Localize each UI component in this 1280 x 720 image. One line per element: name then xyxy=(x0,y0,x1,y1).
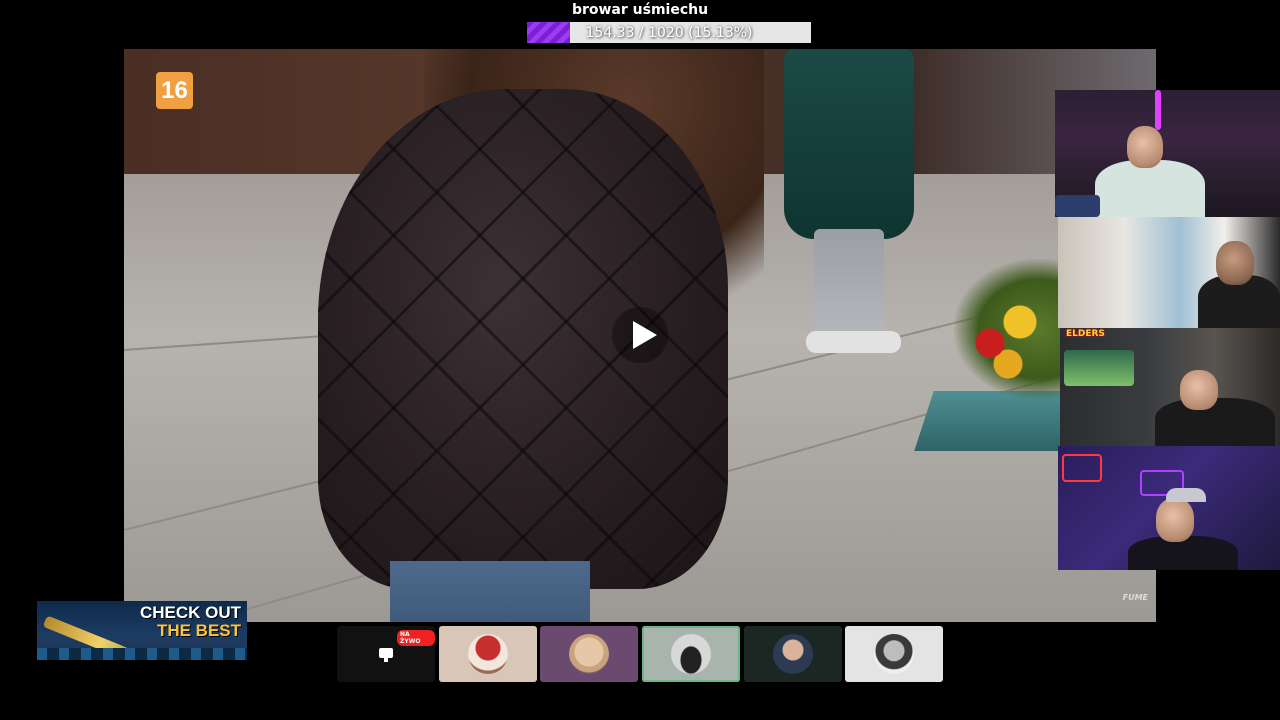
webcam-person-face xyxy=(1180,370,1218,410)
neon-light xyxy=(1155,90,1161,130)
aquarium xyxy=(1064,350,1134,386)
webcam-person-body xyxy=(1095,160,1205,217)
neon-bull-sign xyxy=(1062,454,1102,482)
video-scene-jeans xyxy=(390,561,590,622)
thumbnail-stream-2[interactable] xyxy=(439,626,537,682)
live-badge: NA ŻYWO xyxy=(397,630,435,646)
webcam-2 xyxy=(1058,217,1280,328)
thumbnail-stream-5[interactable] xyxy=(744,626,842,682)
headphones xyxy=(1166,488,1206,502)
video-scene-person xyxy=(784,49,914,239)
man-bw-avatar xyxy=(874,634,914,674)
monitor xyxy=(1055,195,1100,217)
goal-progress-text: 154.33 / 1020 (15.13%) xyxy=(585,25,753,41)
banner-line-1: CHECK OUT xyxy=(139,603,241,622)
thumbnail-live[interactable]: NA ŻYWO xyxy=(337,626,435,682)
main-video-player[interactable]: 16 FUME xyxy=(124,49,1156,622)
webcam-person-face xyxy=(1127,126,1163,168)
webcam-label: ELDERS xyxy=(1066,329,1105,339)
thumbnail-stream-4[interactable] xyxy=(642,626,740,682)
car-avatar xyxy=(671,634,711,674)
santa-avatar xyxy=(468,634,508,674)
webcam-person-face xyxy=(1156,498,1194,542)
webcam-1 xyxy=(1055,90,1280,217)
screen-share-icon xyxy=(379,648,393,662)
banner-stripes xyxy=(37,648,247,660)
play-icon[interactable] xyxy=(612,307,668,363)
webcam-3: ELDERS xyxy=(1060,328,1280,446)
age-rating-badge: 16 xyxy=(156,72,193,109)
webcam-4 xyxy=(1058,446,1280,570)
video-scene-shoes xyxy=(806,331,901,353)
thumbnail-stream-3[interactable] xyxy=(540,626,638,682)
glasses-face-avatar xyxy=(569,634,609,674)
promo-banner[interactable]: CHECK OUT THE BEST xyxy=(37,601,247,660)
webcam-person-body xyxy=(1155,398,1275,446)
goal-title: browar uśmiechu xyxy=(571,2,709,18)
banner-line-2: THE BEST xyxy=(156,621,241,640)
webcam-person-face xyxy=(1216,241,1254,285)
man-avatar xyxy=(773,634,813,674)
video-scene-flowers xyxy=(954,259,1074,399)
video-watermark: FUME xyxy=(1122,593,1148,602)
goal-progress-bar: 154.33 / 1020 (15.13%) xyxy=(527,22,811,43)
thumbnail-stream-6[interactable] xyxy=(845,626,943,682)
